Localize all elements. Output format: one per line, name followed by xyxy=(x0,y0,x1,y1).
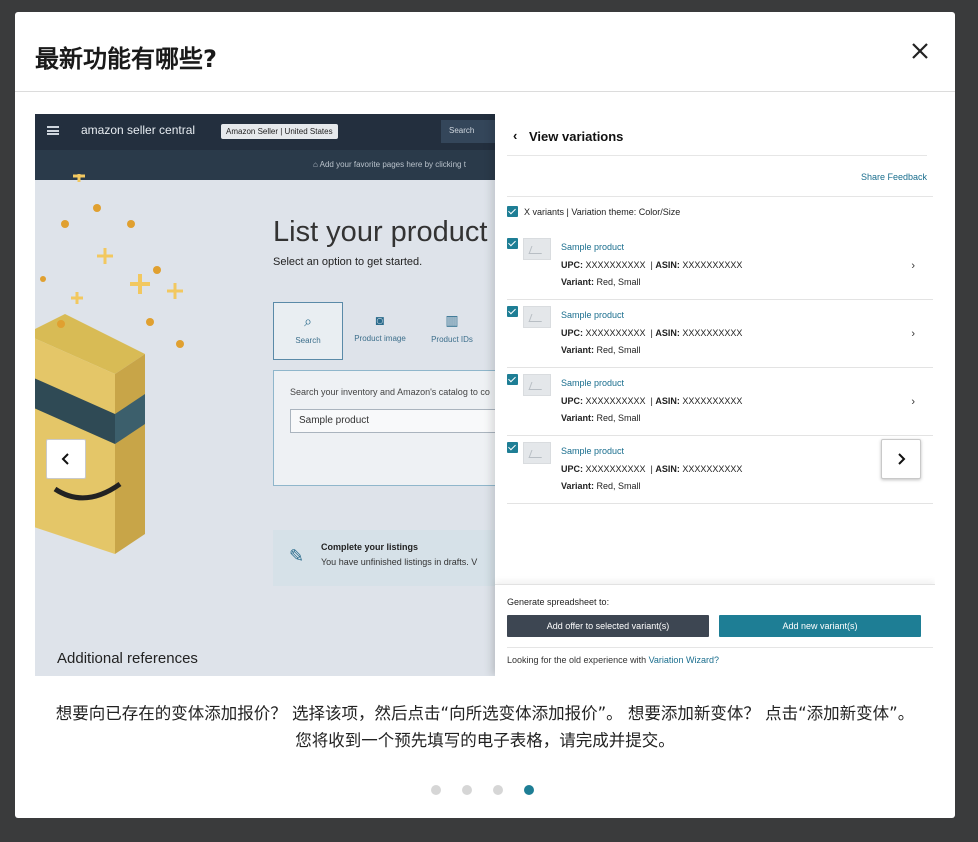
carousel-pagination xyxy=(431,785,534,795)
catalog-search-input: Sample product xyxy=(290,409,495,433)
image-placeholder-icon xyxy=(523,238,551,260)
menu-icon xyxy=(47,126,59,135)
amazon-logo: amazon seller central xyxy=(81,123,196,137)
variation-theme-label: X variants | Variation theme: Color/Size xyxy=(524,206,681,217)
option-tiles: ⌕ Search ◙ Product image ▥ Product IDs xyxy=(273,302,495,362)
variant-row: Sample product UPC: XXXXXXXXXX | ASIN: X… xyxy=(507,370,933,436)
carousel-slide: amazon seller central Amazon Seller | Un… xyxy=(35,114,935,676)
generate-spreadsheet-label: Generate spreadsheet to: xyxy=(507,597,610,607)
search-icon: ⌕ xyxy=(304,313,312,329)
close-icon xyxy=(912,43,928,59)
option-product-ids: ▥ Product IDs xyxy=(417,302,487,360)
share-feedback-link: Share Feedback xyxy=(860,172,927,182)
catalog-search-box: Search your inventory and Amazon's catal… xyxy=(273,370,495,486)
next-slide-button[interactable] xyxy=(881,439,921,479)
variant-ids: UPC: XXXXXXXXXX | ASIN: XXXXXXXXXX xyxy=(561,260,743,270)
variant-ids: UPC: XXXXXXXXXX | ASIN: XXXXXXXXXX xyxy=(561,328,743,338)
variation-theme-row: X variants | Variation theme: Color/Size xyxy=(507,206,680,217)
chevron-left-icon: ‹ xyxy=(513,128,518,143)
variant-checkbox xyxy=(507,306,518,317)
variant-name: Sample product xyxy=(561,446,625,456)
modal-title: 最新功能有哪些? xyxy=(35,45,217,73)
option-product-image: ◙ Product image xyxy=(345,302,415,360)
variant-attributes: Variant: Red, Small xyxy=(561,277,641,287)
panel-header: ‹ View variations xyxy=(507,126,927,156)
add-new-variant-button: Add new variant(s) xyxy=(719,615,921,637)
modal-header: 最新功能有哪些? xyxy=(15,12,955,92)
wizard-text: Looking for the old experience with Vari… xyxy=(507,655,719,665)
variant-name: Sample product xyxy=(561,310,625,320)
chevron-right-icon: › xyxy=(911,396,915,408)
background-search-button: Search xyxy=(441,120,495,143)
chevron-right-icon: › xyxy=(911,328,915,340)
variant-row: Sample product UPC: XXXXXXXXXX | ASIN: X… xyxy=(507,302,933,368)
divider xyxy=(507,196,933,197)
select-all-checkbox xyxy=(507,206,518,217)
drafts-title: Complete your listings xyxy=(321,542,419,552)
variant-attributes: Variant: Red, Small xyxy=(561,481,641,491)
whats-new-modal: 最新功能有哪些? amazon seller central Amazon Se… xyxy=(15,12,955,818)
panel-footer: Generate spreadsheet to: Add offer to se… xyxy=(495,584,935,676)
variant-ids: UPC: XXXXXXXXXX | ASIN: XXXXXXXXXX xyxy=(561,396,743,406)
marketplace-badge: Amazon Seller | United States xyxy=(221,124,338,139)
drafts-subtitle: You have unfinished listings in drafts. … xyxy=(321,557,478,567)
seller-central-background: amazon seller central Amazon Seller | Un… xyxy=(35,114,495,676)
variant-attributes: Variant: Red, Small xyxy=(561,413,641,423)
view-variations-panel: ‹ View variations Share Feedback X varia… xyxy=(495,114,935,676)
variant-ids: UPC: XXXXXXXXXX | ASIN: XXXXXXXXXX xyxy=(561,464,743,474)
variant-name: Sample product xyxy=(561,242,625,252)
variant-row: Sample product UPC: XXXXXXXXXX | ASIN: X… xyxy=(507,234,933,300)
variation-wizard-link: Variation Wizard? xyxy=(648,655,719,665)
divider xyxy=(507,647,933,648)
add-offer-button: Add offer to selected variant(s) xyxy=(507,615,709,637)
panel-title: View variations xyxy=(529,129,624,144)
option-search: ⌕ Search xyxy=(273,302,343,360)
drafts-banner: ✎ Complete your listings You have unfini… xyxy=(273,530,495,586)
previous-slide-button[interactable] xyxy=(46,439,86,479)
list-product-subheading: Select an option to get started. xyxy=(273,256,423,268)
chevron-left-icon xyxy=(61,453,69,465)
catalog-search-hint: Search your inventory and Amazon's catal… xyxy=(290,387,490,397)
slide-caption: 想要向已存在的变体添加报价？ 选择该项，然后点击“向所选变体添加报价”。 想要添… xyxy=(55,704,915,750)
variant-attributes: Variant: Red, Small xyxy=(561,345,641,355)
camera-icon: ◙ xyxy=(375,312,385,328)
image-placeholder-icon xyxy=(523,442,551,464)
variant-row: Sample product UPC: XXXXXXXXXX | ASIN: X… xyxy=(507,438,933,504)
image-placeholder-icon xyxy=(523,306,551,328)
chevron-right-icon xyxy=(898,453,906,465)
barcode-icon: ▥ xyxy=(445,312,459,328)
pagination-dot[interactable] xyxy=(462,785,472,795)
list-product-heading: List your product xyxy=(273,216,488,248)
variant-checkbox xyxy=(507,238,518,249)
bookmark-hint: ⌂ Add your favorite pages here by clicki… xyxy=(313,160,466,169)
edit-icon: ✎ xyxy=(289,546,305,567)
image-placeholder-icon xyxy=(523,374,551,396)
chevron-right-icon: › xyxy=(911,260,915,272)
variant-checkbox xyxy=(507,442,518,453)
close-button[interactable] xyxy=(907,38,933,64)
confetti-decoration xyxy=(40,174,184,348)
pagination-dot[interactable] xyxy=(493,785,503,795)
variant-name: Sample product xyxy=(561,378,625,388)
pagination-dot[interactable] xyxy=(431,785,441,795)
pagination-dot-active[interactable] xyxy=(524,785,534,795)
variant-checkbox xyxy=(507,374,518,385)
additional-references: Additional references xyxy=(57,650,198,667)
background-topbar: amazon seller central Amazon Seller | Un… xyxy=(35,114,495,150)
